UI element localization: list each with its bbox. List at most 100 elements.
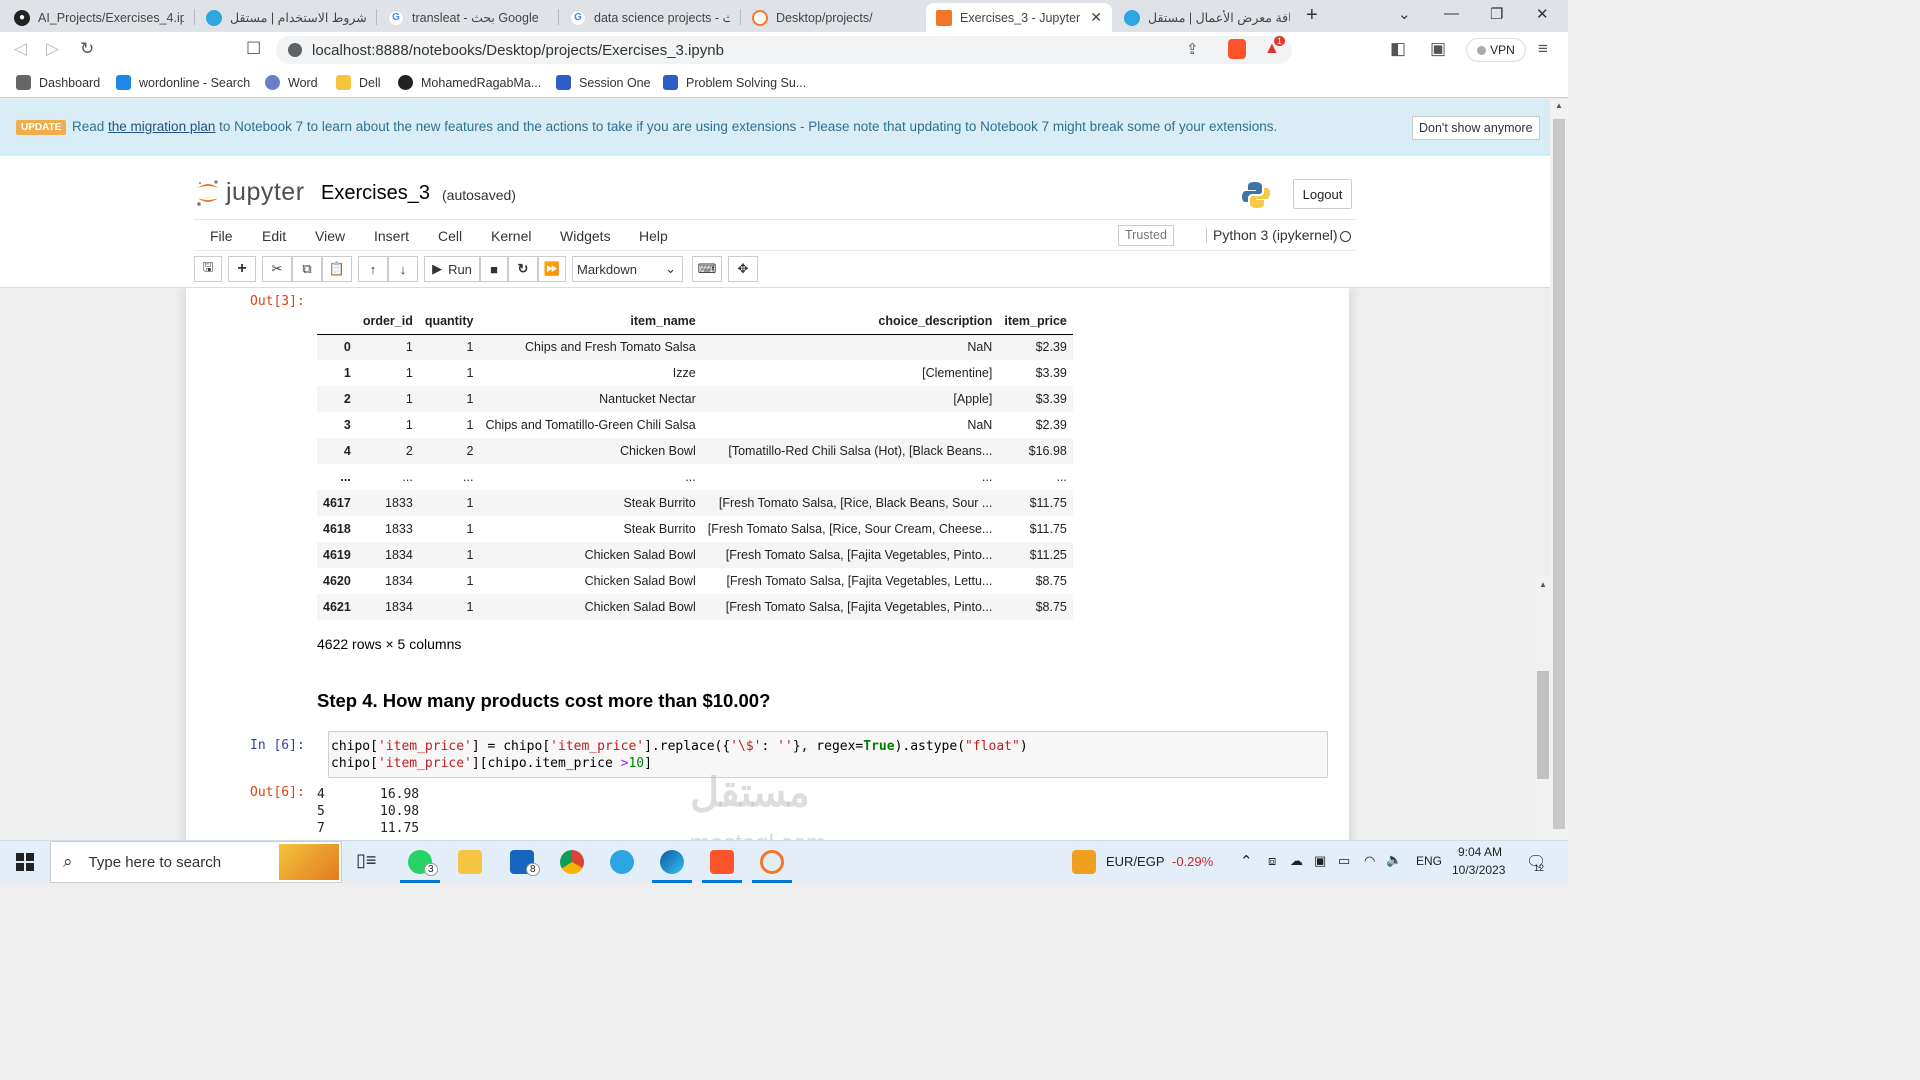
vpn-button[interactable]: VPN bbox=[1466, 38, 1526, 62]
dont-show-anymore-button[interactable]: Don't show anymore bbox=[1412, 116, 1540, 140]
bookmark-dell[interactable]: Dell bbox=[336, 75, 381, 90]
menu-cell[interactable]: Cell bbox=[438, 228, 462, 244]
tab-google-data-science[interactable]: G data science projects - بحث bbox=[560, 3, 740, 32]
taskbar-search[interactable]: ⌕ Type here to search bbox=[50, 841, 342, 883]
restart-button[interactable]: ↻ bbox=[508, 256, 538, 282]
code-cell-editor[interactable]: chipo['item_price'] = chipo['item_price'… bbox=[328, 731, 1328, 778]
table-cell: Chicken Bowl bbox=[620, 444, 696, 458]
tab-ai-projects[interactable]: ● AI_Projects/Exercises_4.ipynb bbox=[4, 3, 194, 32]
restart-run-all-button[interactable]: ⏩ bbox=[538, 256, 566, 282]
ticker-symbol[interactable]: EUR/EGP bbox=[1106, 854, 1165, 869]
page-scrollbar[interactable]: ▲ bbox=[1550, 99, 1568, 840]
bookmark-wordonline[interactable]: wordonline - Search bbox=[116, 75, 250, 90]
share-icon[interactable]: ⇪ bbox=[1186, 40, 1199, 58]
menu-insert[interactable]: Insert bbox=[374, 228, 409, 244]
sidebar-icon[interactable]: ◧ bbox=[1390, 39, 1406, 59]
command-palette-button[interactable]: ⌨ bbox=[692, 256, 722, 282]
move-up-button[interactable]: ↑ bbox=[358, 256, 388, 282]
bookmark-label: Problem Solving Su... bbox=[686, 75, 807, 90]
forward-icon[interactable]: ▷ bbox=[46, 39, 59, 59]
minimize-icon[interactable]: — bbox=[1444, 5, 1459, 22]
menu-kernel[interactable]: Kernel bbox=[491, 228, 531, 244]
scroll-up-arrow-icon[interactable]: ▲ bbox=[1555, 101, 1563, 110]
menu-view[interactable]: View bbox=[315, 228, 345, 244]
display-icon[interactable]: ▣ bbox=[1314, 853, 1326, 869]
notebook-scrollbar[interactable]: ▲ ▼ bbox=[1536, 576, 1550, 840]
cloud-icon[interactable]: ☁ bbox=[1290, 853, 1303, 869]
table-row: 4621 1834 1 Chicken Salad Bowl [Fresh Tomato… bbox=[317, 594, 1073, 620]
telegram-icon[interactable] bbox=[610, 850, 634, 874]
close-tab-icon[interactable]: ✕ bbox=[1090, 9, 1102, 26]
bookmark-icon[interactable]: ☐ bbox=[246, 39, 261, 59]
wallet-icon[interactable]: ▣ bbox=[1430, 39, 1446, 59]
tab-google-translate[interactable]: G transleat - بحث Google bbox=[378, 3, 558, 32]
url-text[interactable]: localhost:8888/notebooks/Desktop/project… bbox=[312, 42, 724, 59]
tab-mostaql-terms[interactable]: شروط الاستخدام | مستقل bbox=[196, 3, 376, 32]
bookmark-session-one[interactable]: Session One bbox=[556, 75, 651, 90]
table-cell: ... bbox=[402, 470, 413, 484]
interrupt-button[interactable]: ■ bbox=[480, 256, 508, 282]
notebook-scrollbar-thumb[interactable] bbox=[1537, 671, 1549, 779]
migration-plan-link[interactable]: the migration plan bbox=[108, 119, 215, 134]
clock-date[interactable]: 10/3/2023 bbox=[1452, 863, 1505, 877]
notebook-name[interactable]: Exercises_3 bbox=[321, 182, 430, 205]
bookmark-github[interactable]: MohamedRagabMa... bbox=[398, 75, 541, 90]
tab-search-chevron-icon[interactable]: ⌄ bbox=[1398, 5, 1411, 23]
row-index: 4 bbox=[343, 444, 351, 458]
tab-exercises-3[interactable]: Exercises_3 - Jupyter Notebook ✕ bbox=[926, 3, 1112, 32]
markdown-heading[interactable]: Step 4. How many products cost more than… bbox=[317, 690, 770, 712]
cut-button[interactable]: ✂ bbox=[262, 256, 292, 282]
device-icon[interactable]: ⧈ bbox=[1268, 853, 1276, 869]
github-icon bbox=[398, 75, 413, 90]
chevron-up-icon[interactable]: ⌃ bbox=[1240, 852, 1253, 870]
paste-button[interactable]: 📋 bbox=[322, 256, 352, 282]
trusted-indicator[interactable]: Trusted bbox=[1118, 225, 1174, 246]
menu-icon[interactable]: ≡ bbox=[1538, 39, 1548, 59]
back-icon[interactable]: ◁ bbox=[14, 39, 27, 59]
tab-desktop-projects[interactable]: Desktop/projects/ bbox=[742, 3, 922, 32]
table-cell: $11.25 bbox=[1029, 548, 1067, 562]
cell-type-select[interactable]: Markdown ⌄ bbox=[572, 256, 683, 282]
insert-cell-button[interactable]: + bbox=[228, 256, 256, 282]
bookmark-dashboard[interactable]: Dashboard bbox=[16, 75, 100, 90]
reload-icon[interactable]: ↻ bbox=[80, 39, 94, 59]
task-view-icon[interactable]: ▯≡ bbox=[356, 850, 376, 874]
language-indicator[interactable]: ENG bbox=[1416, 854, 1442, 868]
bookmark-word[interactable]: Word bbox=[265, 75, 318, 90]
clock-time[interactable]: 9:04 AM bbox=[1458, 845, 1502, 859]
copy-button[interactable]: ⧉ bbox=[292, 256, 322, 282]
run-button[interactable]: ▶ Run bbox=[424, 256, 480, 282]
new-tab-button[interactable]: + bbox=[1306, 4, 1318, 27]
volume-icon[interactable]: 🔈 bbox=[1386, 852, 1402, 868]
logout-button[interactable]: Logout bbox=[1293, 179, 1352, 209]
file-explorer-icon[interactable] bbox=[458, 850, 482, 874]
tab-mostaql-portfolio[interactable]: إضافة معرض الأعمال | مستقل bbox=[1114, 3, 1300, 32]
menu-file[interactable]: File bbox=[210, 228, 233, 244]
notebook-panel: Out[3]: order_id quantity item_name choi… bbox=[186, 288, 1349, 840]
ticker-change[interactable]: -0.29% bbox=[1172, 854, 1213, 869]
restore-icon[interactable]: ❐ bbox=[1490, 5, 1503, 23]
bookmark-problem-solving[interactable]: Problem Solving Su... bbox=[663, 75, 806, 90]
jupyter-taskbar-icon[interactable] bbox=[760, 850, 784, 874]
address-bar[interactable]: localhost:8888/notebooks/Desktop/project… bbox=[276, 36, 1292, 64]
wifi-icon[interactable]: ◠ bbox=[1364, 853, 1375, 869]
dataframe-shape: 4622 rows × 5 columns bbox=[317, 636, 462, 652]
scroll-up-arrow-icon[interactable]: ▲ bbox=[1539, 580, 1547, 589]
menu-edit[interactable]: Edit bbox=[262, 228, 286, 244]
close-window-icon[interactable]: ✕ bbox=[1536, 5, 1549, 23]
brave-icon[interactable] bbox=[710, 850, 734, 874]
windows-start-icon[interactable] bbox=[16, 853, 34, 871]
edge-icon[interactable] bbox=[660, 850, 684, 874]
menu-help[interactable]: Help bbox=[639, 228, 668, 244]
battery-icon[interactable]: ▭ bbox=[1338, 853, 1350, 869]
cell-toolbar-button[interactable]: ✥ bbox=[728, 256, 758, 282]
kernel-name[interactable]: Python 3 (ipykernel) bbox=[1206, 227, 1338, 243]
jupyter-logo[interactable]: jupyter bbox=[196, 178, 305, 207]
page-scrollbar-thumb[interactable] bbox=[1553, 119, 1565, 829]
site-info-icon[interactable] bbox=[288, 43, 302, 57]
menu-widgets[interactable]: Widgets bbox=[560, 228, 611, 244]
chrome-icon[interactable] bbox=[560, 850, 584, 874]
brave-shields-icon[interactable] bbox=[1228, 39, 1246, 59]
save-button[interactable]: 🖫 bbox=[194, 256, 222, 282]
move-down-button[interactable]: ↓ bbox=[388, 256, 418, 282]
